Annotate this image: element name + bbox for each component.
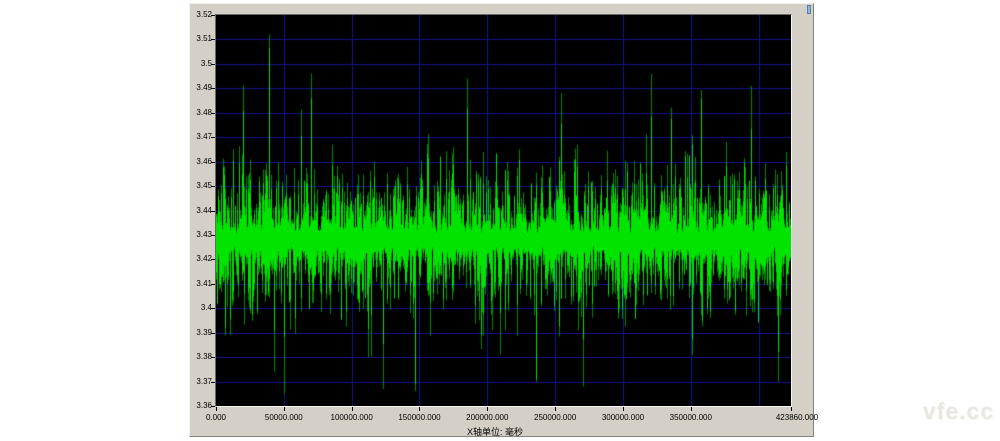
y-tick-mark: [211, 308, 215, 309]
waveform-canvas: [216, 15, 791, 406]
x-tick-mark: [487, 407, 488, 411]
y-tick-label: 3.46: [190, 157, 212, 167]
y-tick-mark: [211, 113, 215, 114]
y-tick-mark: [211, 333, 215, 334]
x-tick-mark: [555, 407, 556, 411]
y-tick-mark: [211, 88, 215, 89]
chart-panel: 3.52 3.51 3.5 3.49 3.48 3.47 3.46 3.45 3.44 3.43 3…: [189, 3, 814, 437]
y-tick-mark: [211, 137, 215, 138]
y-tick-mark: [211, 357, 215, 358]
x-tick-mark: [791, 407, 792, 411]
x-tick-mark: [419, 407, 420, 411]
y-tick-label: 3.42: [190, 254, 212, 264]
y-tick-label: 3.41: [190, 279, 212, 289]
y-tick-mark: [211, 39, 215, 40]
y-tick-label: 3.45: [190, 181, 212, 191]
y-tick-mark: [211, 235, 215, 236]
x-tick-mark: [284, 407, 285, 411]
x-axis-unit-label: X轴单位: 毫秒: [395, 425, 595, 436]
y-tick-mark: [211, 64, 215, 65]
screenshot-root: 3.52 3.51 3.5 3.49 3.48 3.47 3.46 3.45 3.44 3.43 3…: [0, 0, 1000, 441]
y-tick-label: 3.44: [190, 206, 212, 216]
y-tick-mark: [211, 284, 215, 285]
watermark-text: vfe.cc: [898, 398, 994, 428]
y-tick-mark: [211, 15, 215, 16]
y-tick-mark: [211, 162, 215, 163]
y-tick-label: 3.51: [190, 34, 212, 44]
x-tick-mark: [352, 407, 353, 411]
y-tick-label: 3.39: [190, 328, 212, 338]
y-tick-mark: [211, 211, 215, 212]
plot-area: [215, 14, 792, 407]
y-tick-label: 3.49: [190, 83, 212, 93]
y-tick-label: 3.52: [190, 10, 212, 20]
y-tick-label: 3.47: [190, 132, 212, 142]
y-tick-label: 3.36: [190, 401, 212, 411]
scrollbar-fragment[interactable]: [807, 5, 811, 14]
x-tick-mark: [623, 407, 624, 411]
x-tick-mark: [691, 407, 692, 411]
y-tick-mark: [211, 259, 215, 260]
x-tick-label: 423860.000: [757, 413, 837, 423]
y-tick-label: 3.38: [190, 352, 212, 362]
y-tick-label: 3.37: [190, 377, 212, 387]
y-tick-label: 3.48: [190, 108, 212, 118]
y-tick-label: 3.5: [190, 59, 212, 69]
y-tick-mark: [211, 406, 215, 407]
x-tick-label: 350000.000: [651, 413, 731, 423]
y-tick-label: 3.4: [190, 303, 212, 313]
y-tick-label: 3.43: [190, 230, 212, 240]
y-tick-mark: [211, 382, 215, 383]
x-tick-mark: [216, 407, 217, 411]
y-tick-mark: [211, 186, 215, 187]
